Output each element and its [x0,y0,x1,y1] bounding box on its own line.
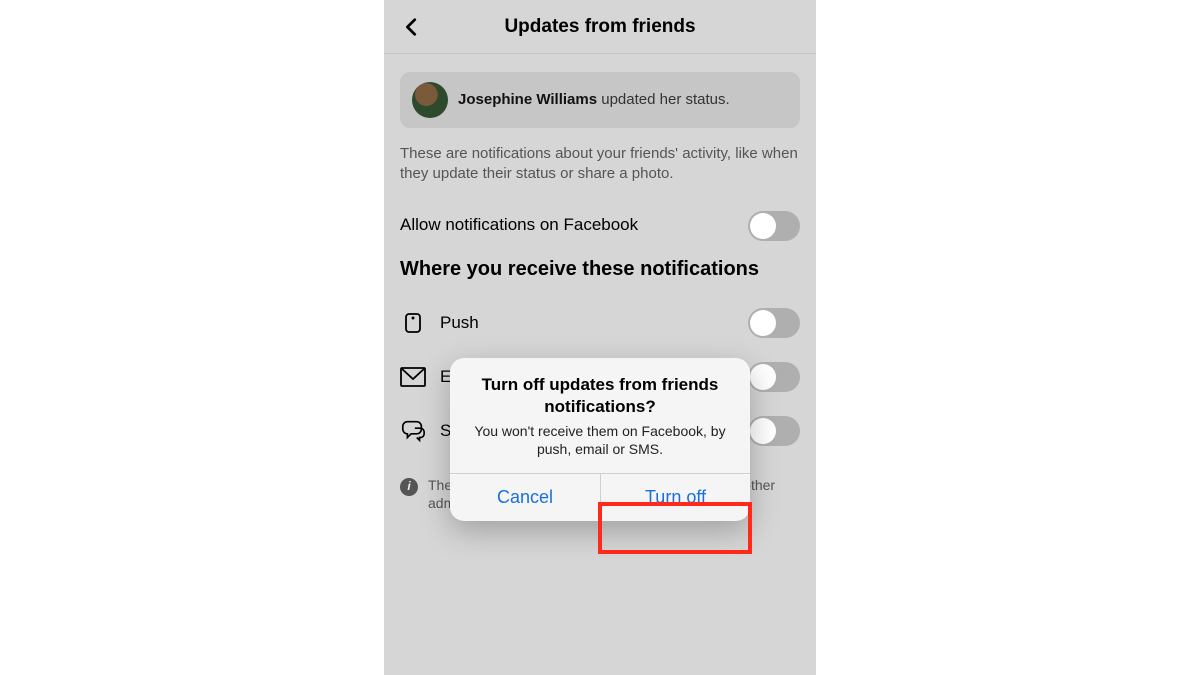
example-notification-text: Josephine Williams updated her status. [458,90,730,110]
dialog-message: You won't receive them on Facebook, by p… [468,422,732,458]
section-heading: Where you receive these notifications [400,257,800,282]
cancel-button[interactable]: Cancel [450,474,600,521]
example-notification-card: Josephine Williams updated her status. [400,72,800,128]
toggle-knob [750,364,776,390]
sms-icon [400,418,426,444]
channel-label: Push [440,313,734,333]
example-name: Josephine Williams [458,91,597,108]
channel-row-push: Push [400,296,800,350]
toggle-knob [750,418,776,444]
email-icon [400,364,426,390]
toggle-knob [750,310,776,336]
avatar [412,82,448,118]
confirm-dialog: Turn off updates from friends notificati… [450,358,750,521]
example-suffix: updated her status. [597,91,730,108]
description-text: These are notifications about your frien… [400,144,800,185]
push-icon [400,310,426,336]
sms-toggle[interactable] [748,416,800,446]
allow-notifications-label: Allow notifications on Facebook [400,214,638,236]
dialog-title: Turn off updates from friends notificati… [468,374,732,418]
push-toggle[interactable] [748,308,800,338]
toggle-knob [750,213,776,239]
page-title: Updates from friends [504,16,695,38]
email-toggle[interactable] [748,362,800,392]
back-button[interactable] [390,0,434,53]
turn-off-button[interactable]: Turn off [600,474,750,521]
dialog-body: Turn off updates from friends notificati… [450,358,750,473]
dialog-actions: Cancel Turn off [450,473,750,521]
phone-frame: Updates from friends Josephine Williams … [384,0,816,675]
header-bar: Updates from friends [384,0,816,54]
allow-notifications-row: Allow notifications on Facebook [400,205,800,257]
stage: Updates from friends Josephine Williams … [0,0,1200,675]
allow-notifications-toggle[interactable] [748,211,800,241]
info-icon: i [400,478,418,496]
chevron-left-icon [401,16,423,38]
